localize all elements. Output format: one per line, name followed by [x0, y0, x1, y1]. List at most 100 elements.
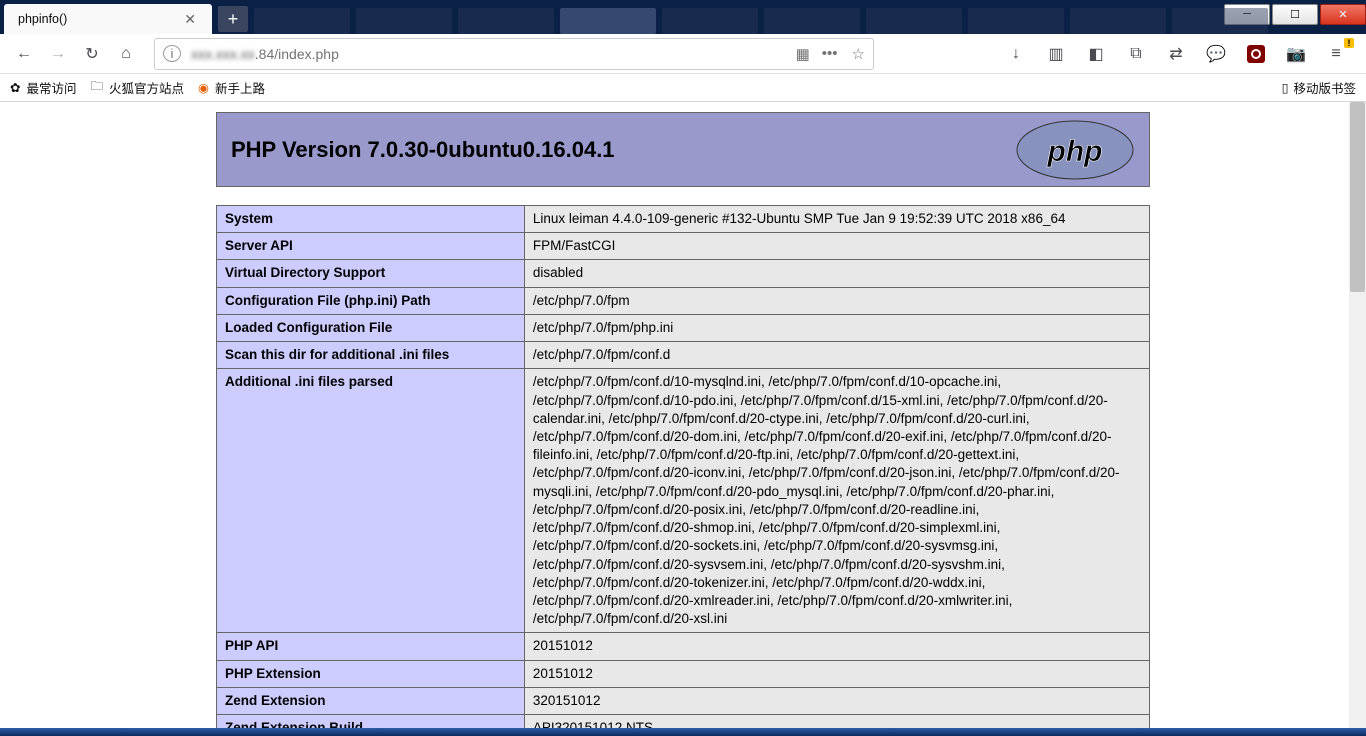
forward-icon: → [50, 45, 66, 63]
phpinfo-row: Configuration File (php.ini) Path/etc/ph… [217, 287, 1150, 314]
phpinfo-key: Server API [217, 233, 525, 260]
phpinfo-key: Additional .ini files parsed [217, 369, 525, 633]
phpinfo-key: Configuration File (php.ini) Path [217, 287, 525, 314]
new-tab-button[interactable]: + [218, 6, 248, 32]
url-bar[interactable]: i xxx.xxx.xx .84/index.php ▦ ••• ☆ [154, 38, 874, 70]
bookmark-firefox-home[interactable]: 🗀 火狐官方站点 [91, 77, 185, 98]
site-info-icon[interactable]: i [163, 45, 181, 62]
background-tab[interactable] [866, 8, 962, 34]
page-viewport: PHP Version 7.0.30-0ubuntu0.16.04.1 php … [0, 102, 1366, 728]
download-icon: ↓ [1012, 45, 1020, 63]
background-tab[interactable] [356, 8, 452, 34]
tab-phpinfo[interactable]: phpinfo() ✕ [4, 4, 212, 34]
scrollbar-track[interactable] [1349, 102, 1366, 728]
url-obscured: xxx.xxx.xx [191, 46, 255, 62]
hamburger-icon: ≡ [1331, 45, 1340, 63]
svg-text:php: php [1047, 135, 1103, 168]
bookmark-label: 移动版书签 [1293, 78, 1356, 97]
toolbar-right: ↓ ▥ ◧ ⧉ ⇄ 💬 📷 ≡ [1002, 40, 1356, 68]
tab-title: phpinfo() [18, 12, 172, 26]
app-menu-button[interactable]: ≡ [1322, 40, 1350, 68]
library-button[interactable]: ▥ [1042, 40, 1070, 68]
gear-icon: ✿ [10, 80, 20, 95]
page-actions-icon[interactable]: ••• [822, 45, 838, 62]
phpinfo-header: PHP Version 7.0.30-0ubuntu0.16.04.1 php [216, 112, 1150, 187]
phpinfo-key: PHP Extension [217, 660, 525, 687]
background-tab[interactable] [560, 8, 656, 34]
bookmark-label: 新手上路 [215, 78, 265, 97]
phpinfo-value: API320151012,NTS [524, 715, 1149, 728]
php-version-title: PHP Version 7.0.30-0ubuntu0.16.04.1 [231, 137, 1015, 163]
phpinfo-row: Zend Extension BuildAPI320151012,NTS [217, 715, 1150, 728]
phpinfo-row: Server APIFPM/FastCGI [217, 233, 1150, 260]
phpinfo-page: PHP Version 7.0.30-0ubuntu0.16.04.1 php … [216, 112, 1150, 728]
phpinfo-row: PHP Extension20151012 [217, 660, 1150, 687]
bookmark-most-visited[interactable]: ✿ 最常访问 [10, 78, 77, 97]
sync-button[interactable]: ⇄ [1162, 40, 1190, 68]
background-tab[interactable] [764, 8, 860, 34]
bookmark-newbie[interactable]: ◉ 新手上路 [198, 78, 265, 97]
chat-button[interactable]: 💬 [1202, 40, 1230, 68]
background-tab[interactable] [1172, 8, 1268, 34]
nav-toolbar: ← → ↻ ⌂ i xxx.xxx.xx .84/index.php ▦ •••… [0, 34, 1366, 74]
bookmarks-toolbar: ✿ 最常访问 🗀 火狐官方站点 ◉ 新手上路 ▯ 移动版书签 [0, 74, 1366, 102]
mobile-icon: ▯ [1282, 80, 1289, 95]
bookmark-star-icon[interactable]: ☆ [852, 45, 865, 63]
background-tab[interactable] [254, 8, 350, 34]
firefox-icon: ◉ [198, 80, 209, 95]
php-logo-icon: php [1015, 119, 1135, 181]
phpinfo-row: PHP API20151012 [217, 633, 1150, 660]
url-tools: ▦ ••• ☆ [796, 45, 865, 63]
ublock-button[interactable] [1242, 40, 1270, 68]
phpinfo-key: Zend Extension [217, 687, 525, 714]
home-button[interactable]: ⌂ [112, 40, 140, 68]
phpinfo-key: Virtual Directory Support [217, 260, 525, 287]
phpinfo-table: SystemLinux leiman 4.4.0-109-generic #13… [216, 205, 1150, 728]
bookmark-label: 最常访问 [26, 78, 76, 97]
chat-icon: 💬 [1206, 44, 1226, 64]
qr-icon[interactable]: ▦ [796, 45, 808, 63]
sync-icon: ⇄ [1169, 44, 1182, 64]
phpinfo-row: Scan this dir for additional .ini files/… [217, 342, 1150, 369]
phpinfo-row: Additional .ini files parsed/etc/php/7.0… [217, 369, 1150, 633]
phpinfo-value: disabled [524, 260, 1149, 287]
library-icon: ▥ [1048, 44, 1063, 64]
background-tab[interactable] [458, 8, 554, 34]
phpinfo-row: SystemLinux leiman 4.4.0-109-generic #13… [217, 206, 1150, 233]
back-button[interactable]: ← [10, 40, 38, 68]
phpinfo-key: PHP API [217, 633, 525, 660]
popup-button[interactable]: ⧉ [1122, 40, 1150, 68]
camera-icon: 📷 [1286, 44, 1306, 64]
phpinfo-key: Loaded Configuration File [217, 314, 525, 341]
url-text: .84/index.php [255, 46, 339, 62]
tab-close-icon[interactable]: ✕ [180, 11, 200, 28]
phpinfo-value: Linux leiman 4.4.0-109-generic #132-Ubun… [524, 206, 1149, 233]
bookmark-mobile[interactable]: ▯ 移动版书签 [1282, 78, 1356, 97]
phpinfo-value: /etc/php/7.0/fpm/php.ini [524, 314, 1149, 341]
ublock-icon [1247, 45, 1265, 63]
phpinfo-value: /etc/php/7.0/fpm/conf.d/10-mysqlnd.ini, … [524, 369, 1149, 633]
phpinfo-key: Zend Extension Build [217, 715, 525, 728]
scrollbar-thumb[interactable] [1350, 102, 1365, 292]
sidebar-icon: ◧ [1088, 44, 1103, 64]
phpinfo-key: System [217, 206, 525, 233]
phpinfo-value: 320151012 [524, 687, 1149, 714]
background-tab[interactable] [662, 8, 758, 34]
downloads-button[interactable]: ↓ [1002, 40, 1030, 68]
screenshot-button[interactable]: 📷 [1282, 40, 1310, 68]
back-icon: ← [16, 45, 32, 63]
background-tabs [248, 8, 1366, 34]
windows-taskbar[interactable] [0, 728, 1366, 736]
phpinfo-value: /etc/php/7.0/fpm [524, 287, 1149, 314]
home-icon: ⌂ [121, 45, 131, 63]
reload-button[interactable]: ↻ [78, 40, 106, 68]
phpinfo-value: 20151012 [524, 633, 1149, 660]
forward-button[interactable]: → [44, 40, 72, 68]
phpinfo-key: Scan this dir for additional .ini files [217, 342, 525, 369]
reload-icon: ↻ [85, 44, 98, 64]
bookmark-label: 火狐官方站点 [109, 78, 184, 97]
phpinfo-value: 20151012 [524, 660, 1149, 687]
background-tab[interactable] [1070, 8, 1166, 34]
background-tab[interactable] [968, 8, 1064, 34]
sidebar-button[interactable]: ◧ [1082, 40, 1110, 68]
